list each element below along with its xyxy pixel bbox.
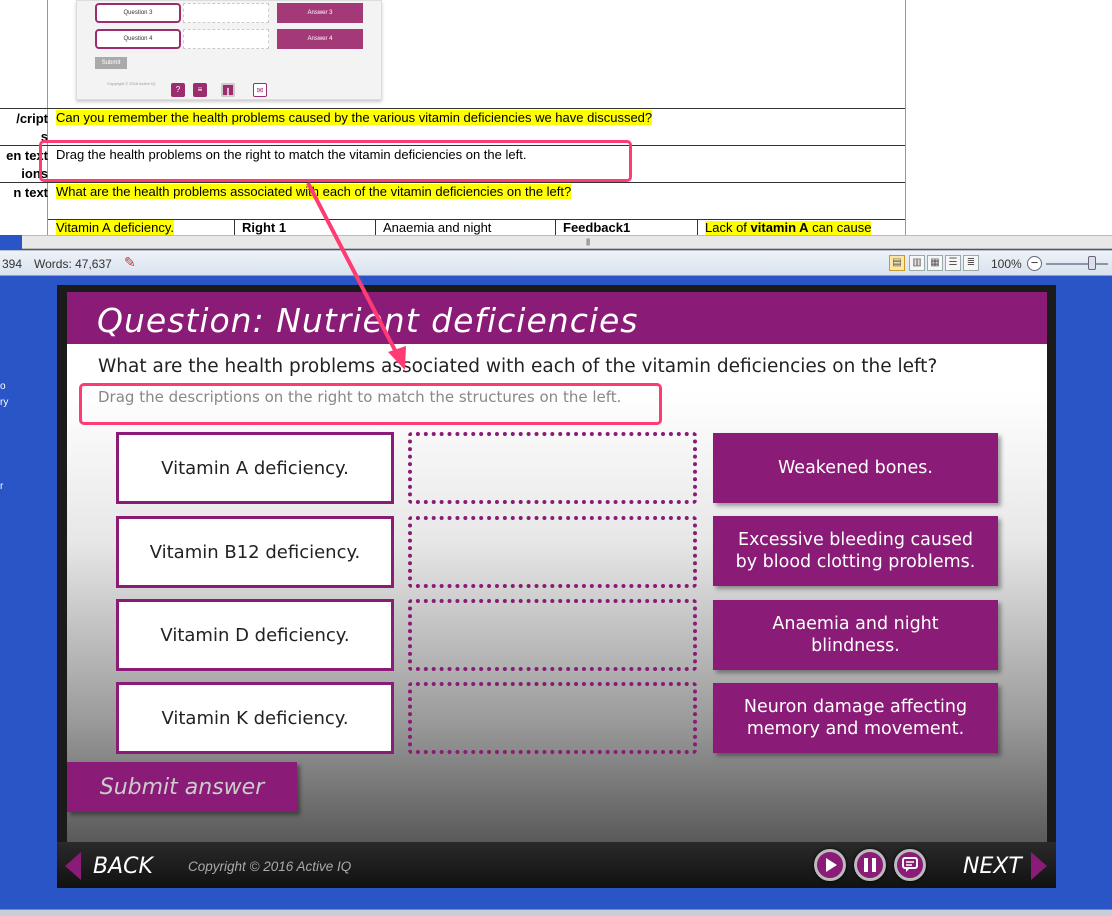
taskbar xyxy=(0,909,1112,916)
annotation-arrow xyxy=(306,182,406,370)
